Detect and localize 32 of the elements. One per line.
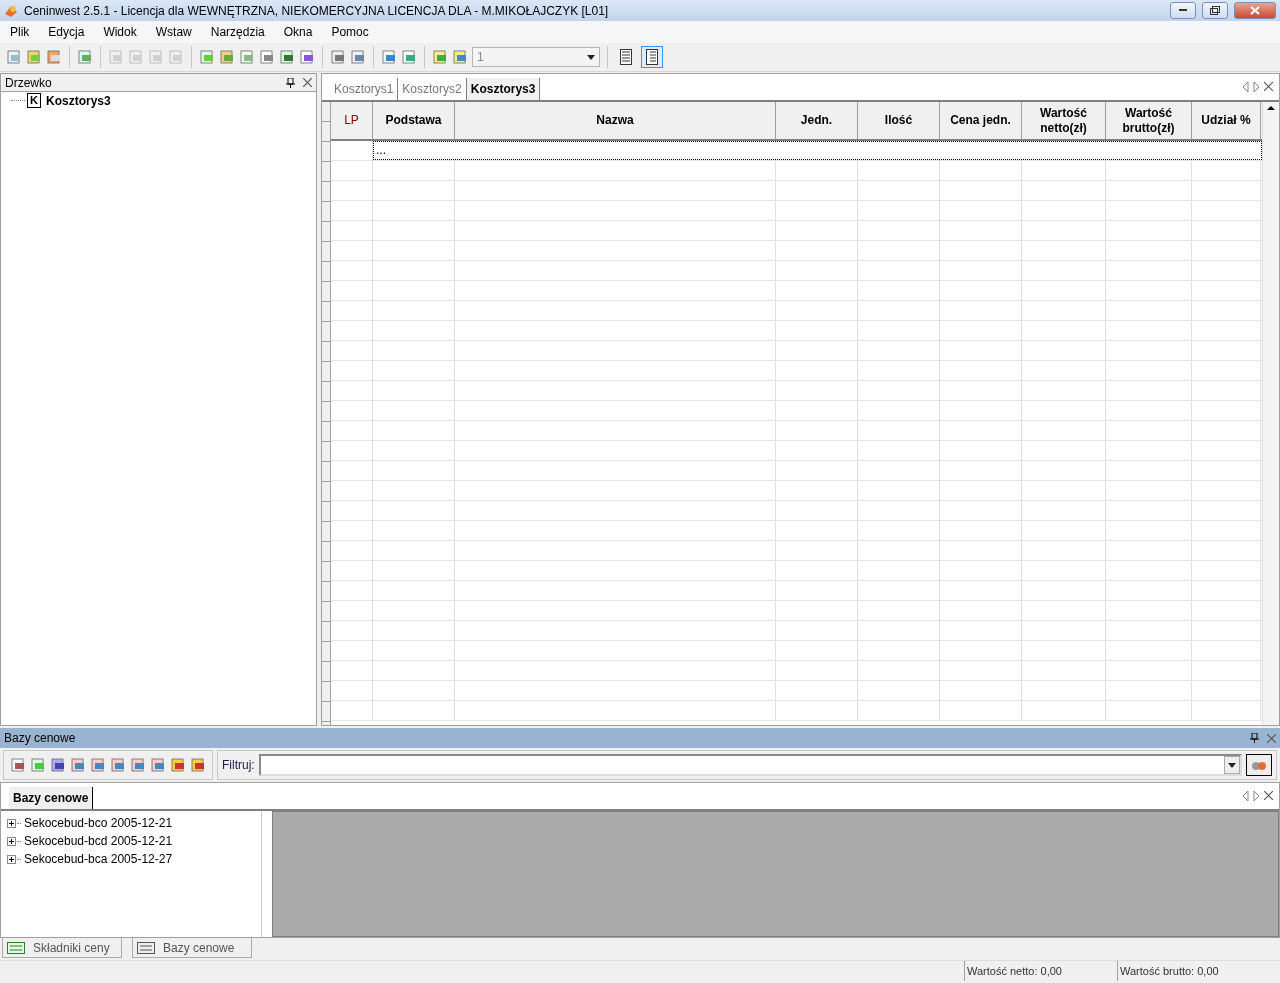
bottom-tab[interactable]: Bazy cenowe (132, 938, 252, 958)
column-header[interactable]: LP (331, 102, 373, 139)
tree-item[interactable]: Sekocebud-bcd 2005-12-21 (22, 834, 173, 848)
document-icon: K (27, 93, 41, 108)
window-title: Ceninwest 2.5.1 - Licencja dla WEWNĘTRZNA, NIEKOMERCYJNA LICENCJA DLA - M.MIKOŁAJCZYK [L01] (24, 3, 610, 18)
panel-tab[interactable]: Bazy cenowe (9, 787, 94, 809)
column-header[interactable]: Nazwa (455, 102, 776, 139)
status-field: Wartość brutto: 0,00 (1117, 961, 1266, 981)
panel-title: Bazy cenowe (4, 731, 77, 745)
column-header[interactable]: Cena jedn. (940, 102, 1022, 139)
tree-item[interactable]: Sekocebud-bca 2005-12-27 (22, 852, 173, 866)
menu-item[interactable]: Okna (275, 25, 321, 39)
menu-item[interactable]: Widok (95, 25, 145, 39)
column-header[interactable]: Jedn. (776, 102, 858, 139)
menu-item[interactable]: Edycja (40, 25, 93, 39)
column-header[interactable]: Wartość netto(zł) (1022, 102, 1106, 139)
panel-title: Drzewko (5, 75, 53, 90)
menu-item[interactable]: Pomoc (323, 25, 377, 39)
filter-label: Filtruj: (222, 758, 255, 772)
column-header[interactable]: Ilość (858, 102, 940, 139)
column-header[interactable]: Udział % (1192, 102, 1261, 139)
new-row-cell[interactable]: ... (373, 141, 1262, 160)
document-tab[interactable]: Kosztorys3 (466, 78, 541, 100)
menu-item[interactable]: Wstaw (147, 25, 200, 39)
column-header[interactable]: Wartość brutto(zł) (1106, 102, 1192, 139)
menu-item[interactable]: Plik (2, 25, 38, 39)
status-field: Wartość netto: 0,00 (964, 961, 1113, 981)
tree-item[interactable]: Sekocebud-bco 2005-12-21 (22, 816, 173, 830)
column-header[interactable]: Podstawa (373, 102, 455, 139)
bottom-tab[interactable]: Składniki ceny (2, 938, 122, 958)
tree-item[interactable]: Kosztorys3 (43, 93, 111, 108)
menu-item[interactable]: Narzędzia (202, 25, 273, 39)
